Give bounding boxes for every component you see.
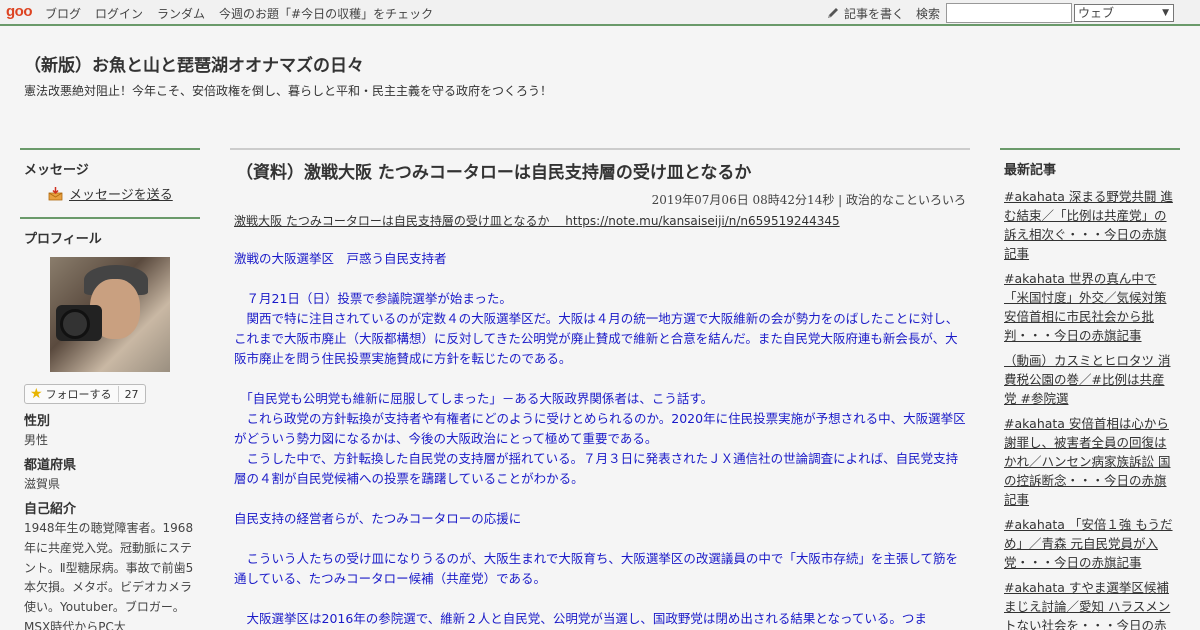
nav-weekly-topic-link[interactable]: 今週のお題「#今日の収穫」をチェック	[219, 5, 433, 22]
prefecture-value: 滋賀県	[24, 477, 61, 491]
post-paragraph: 自民支持の経営者らが、たつみコータローの応援に	[234, 511, 522, 526]
write-post-link[interactable]: 記事を書く	[844, 5, 904, 22]
send-message-label: メッセージを送る	[69, 188, 173, 203]
top-bar: goo ブログ ログイン ランダム 今週のお題「#今日の収穫」をチェック 記事を…	[0, 0, 1200, 26]
recent-post-link[interactable]: #akahata 深まる野党共闘 進む結束／「比例は共産党」の訴え相次ぐ・・・今…	[1000, 184, 1180, 263]
recent-posts-heading: 最新記事	[1000, 148, 1180, 178]
nav-blog-link[interactable]: ブログ	[45, 5, 81, 22]
recent-post-link[interactable]: #akahata 世界の真ん中で 「米国忖度」外交／気候対策 安倍首相に市民社会…	[1000, 266, 1180, 345]
post-paragraph: 激戦の大阪選挙区 戸惑う自民支持者	[234, 251, 447, 266]
profile-heading: プロフィール	[20, 217, 200, 247]
recent-post-link[interactable]: #akahata 安倍首相は心から謝罪し、被害者全員の回復はかれ／ハンセン病家族…	[1000, 411, 1180, 509]
send-message-link[interactable]: メッセージを送る	[20, 178, 200, 203]
search-input[interactable]	[946, 3, 1072, 23]
recent-post-link[interactable]: #akahata すやま選挙区候補まじえ討論／愛知 ハラスメントない社会を・・・…	[1000, 575, 1180, 630]
nav-random-link[interactable]: ランダム	[157, 5, 205, 22]
prefecture-label: 都道府県	[24, 458, 77, 473]
pencil-icon	[827, 8, 838, 18]
avatar-camera-lens	[60, 309, 90, 339]
top-nav: ブログ ログイン ランダム 今週のお題「#今日の収穫」をチェック	[45, 5, 433, 22]
intro-text: 1948年生の聴覚障害者。1968年に共産党入党。冠動脈にステント。Ⅱ型糖尿病。…	[24, 521, 194, 630]
gender-value: 男性	[24, 433, 49, 447]
post-paragraph: こういう人たちの受け皿になりうるのが、大阪生まれで大阪育ち、大阪選挙区の改選議員…	[234, 551, 959, 586]
left-sidebar: メッセージ メッセージを送る プロフィール ★ フォローする 27 性別 男性 …	[20, 148, 200, 630]
search-label: 検索	[915, 6, 940, 21]
mail-icon	[48, 186, 63, 200]
message-heading: メッセージ	[20, 148, 200, 178]
recent-post-link[interactable]: （動画）カスミとヒロタツ 消費税公園の巻／#比例は共産党 #参院選	[1000, 348, 1180, 408]
star-icon: ★	[30, 386, 43, 402]
goo-logo[interactable]: goo	[6, 3, 33, 20]
profile-avatar	[50, 257, 170, 372]
nav-login-link[interactable]: ログイン	[95, 5, 143, 22]
search-scope-select[interactable]: ウェブ ▼	[1074, 4, 1174, 22]
post-paragraph: ７月21日（日）投票で参議院選挙が始まった。 関西で特に注目されているのが定数４…	[234, 291, 959, 366]
post-title[interactable]: （資料）激戦大阪 たつみコータローは自民支持層の受け皿となるか	[230, 150, 970, 183]
follower-count: 27	[124, 387, 139, 401]
follow-label: フォローする	[46, 386, 119, 402]
blog-title[interactable]: （新版）お魚と山と琵琶湖オオナマズの日々	[24, 51, 364, 76]
post-paragraph: 大阪選挙区は2016年の参院選で、維新２人と自民党、公明党が当選し、国政野党は閉…	[234, 611, 927, 626]
post-meta: 2019年07月06日 08時42分14秒 | 政治的なこといろいろ	[651, 193, 966, 207]
gender-label: 性別	[24, 414, 51, 429]
right-sidebar: 最新記事 #akahata 深まる野党共闘 進む結束／「比例は共産党」の訴え相次…	[1000, 148, 1180, 630]
post-source-link[interactable]: 激戦大阪 たつみコータローは自民支持層の受け皿となるか https://note…	[230, 208, 970, 229]
dropdown-arrow-icon: ▼	[1162, 8, 1169, 18]
main-content: （資料）激戦大阪 たつみコータローは自民支持層の受け皿となるか 2019年07月…	[230, 148, 970, 629]
recent-post-link[interactable]: #akahata 「安倍１強 もうだめ」／青森 元自民党員が入党・・・今日の赤旗…	[1000, 512, 1180, 572]
post-body: 激戦の大阪選挙区 戸惑う自民支持者 ７月21日（日）投票で参議院選挙が始まった。…	[230, 249, 970, 629]
blog-description: 憲法改悪絶対阻止！今年こそ、安倍政権を倒し、暮らしと平和・民主主義を守る政府をつ…	[24, 84, 553, 98]
follow-button[interactable]: ★ フォローする 27	[24, 384, 146, 404]
search-scope-value: ウェブ	[1078, 6, 1115, 20]
post-paragraph: 「自民党も公明党も維新に屈服してしまった」－ある大阪政界関係者は、こう話す。 こ…	[234, 391, 966, 486]
top-right-tools: 記事を書く 検索 ウェブ ▼	[826, 3, 1200, 23]
intro-label: 自己紹介	[24, 502, 77, 517]
